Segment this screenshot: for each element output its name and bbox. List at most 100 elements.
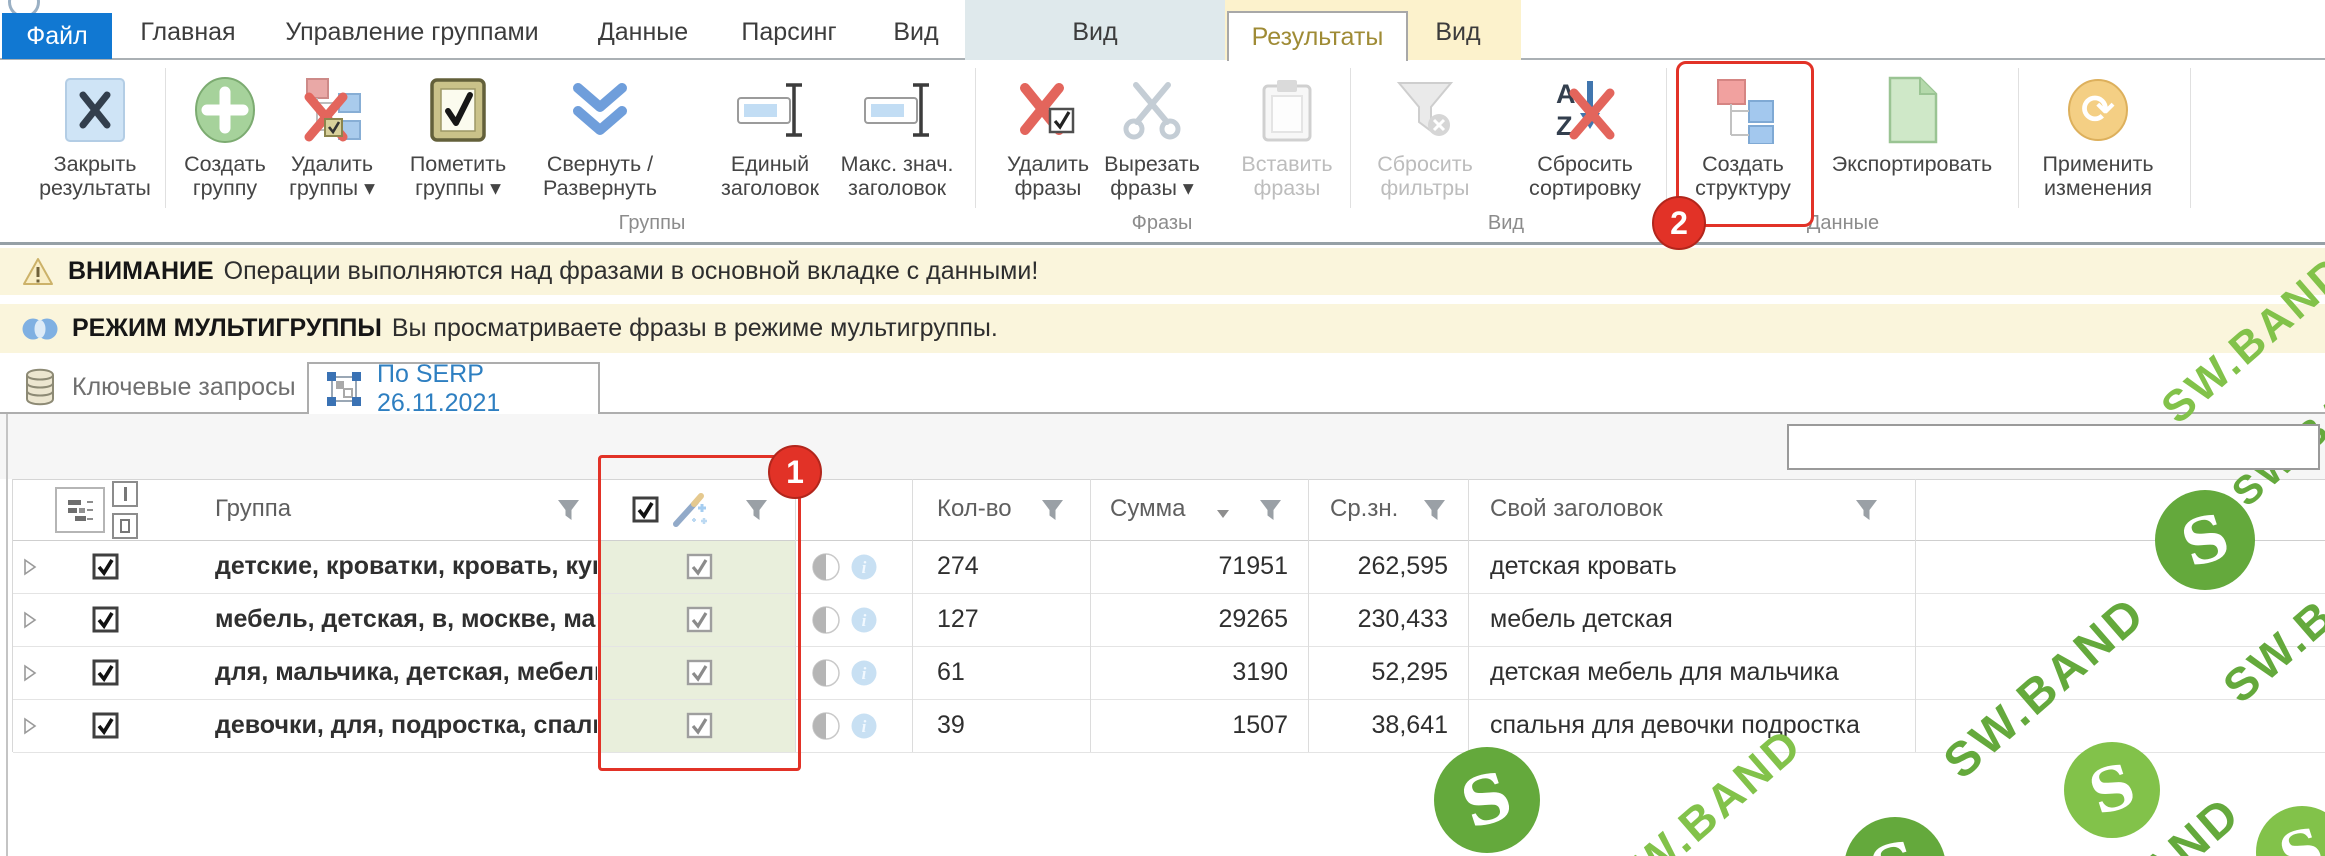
results-grid: ГруппаКол-воСуммаСр.зн.Свой заголовокдет… (0, 412, 2325, 856)
multigroup-banner: РЕЖИМ МУЛЬТИГРУППЫ Вы просматриваете фра… (0, 304, 2325, 353)
single-title-button[interactable]: Единыйзаголовок (704, 64, 836, 236)
row-height-toggle-2[interactable] (112, 513, 138, 539)
export-button[interactable]: Экспортировать (1814, 64, 2010, 236)
warning-text: Операции выполняются над фразами в основ… (224, 257, 1039, 286)
tab-group-management[interactable]: Управление группами (285, 18, 538, 47)
tab-file[interactable]: Файл (2, 13, 112, 59)
filter-count-icon[interactable] (1040, 498, 1065, 527)
info-icon[interactable]: i (851, 713, 877, 744)
tab-serp-results[interactable]: По SERP 26.11.2021 (307, 362, 600, 414)
svg-text:i: i (862, 717, 867, 736)
ribbon-group-separator (975, 68, 976, 208)
tab-view-1[interactable]: Вид (893, 18, 938, 47)
create-group-button[interactable]: Создатьгруппу (167, 64, 283, 236)
row-count-value: 39 (937, 711, 1087, 740)
apply-changes-button[interactable]: ⟳Применитьизменения (2025, 64, 2171, 236)
row-checked-checkbox[interactable] (686, 659, 713, 691)
row-custom-title-value: мебель детская (1490, 605, 1910, 634)
info-icon[interactable]: i (851, 554, 877, 585)
ribbon-group-separator (165, 68, 166, 208)
cut-phrases-button[interactable]: Вырезатьфразы ▾ (1094, 64, 1210, 236)
row-group-text: мебель, детская, в, москве, магазин (215, 605, 597, 634)
create-structure-button[interactable]: Создатьструктуру (1681, 64, 1805, 236)
ribbon-toolbar: ЗакрытьрезультатыСоздатьгруппуУдалитьгру… (0, 60, 2325, 245)
ribbon-group-separator (1666, 68, 1667, 208)
row-checkbox[interactable] (92, 659, 119, 691)
row-height-toggle-1[interactable] (112, 481, 138, 507)
multigroup-title: РЕЖИМ МУЛЬТИГРУППЫ (72, 314, 382, 343)
expander-icon[interactable] (22, 717, 38, 740)
cut-phrases-icon (1123, 68, 1181, 152)
half-circle-icon[interactable] (812, 712, 840, 745)
tab-serp-results-label: По SERP 26.11.2021 (377, 360, 598, 418)
close-results-label: результаты (39, 176, 151, 200)
tab-results[interactable]: Результаты (1227, 11, 1408, 61)
delete-phrases-button[interactable]: Удалитьфразы (995, 64, 1101, 236)
info-icon[interactable]: i (851, 607, 877, 638)
row-checked-checkbox[interactable] (686, 606, 713, 638)
delete-groups-button[interactable]: Удалитьгруппы ▾ (276, 64, 388, 236)
row-sum-value: 1507 (1110, 711, 1288, 740)
close-results-icon (64, 68, 126, 152)
tab-home[interactable]: Главная (140, 18, 235, 47)
delete-groups-label: группы ▾ (289, 176, 375, 200)
create-structure-label: структуру (1695, 176, 1791, 200)
half-circle-icon[interactable] (812, 553, 840, 586)
tab-keyword-queries-label: Ключевые запросы (72, 373, 296, 402)
apply-changes-icon: ⟳ (2066, 68, 2130, 152)
half-circle-icon[interactable] (812, 606, 840, 639)
row-avg-value: 38,641 (1310, 711, 1448, 740)
filter-sum-icon[interactable] (1258, 498, 1283, 527)
table-row[interactable]: девочки, для, подростка, спальня, кi3915… (13, 699, 2325, 752)
cut-phrases-label: фразы ▾ (1110, 176, 1193, 200)
grid-options-button[interactable] (55, 487, 105, 533)
auto-mark-wand-icon[interactable] (668, 490, 710, 535)
expander-icon[interactable] (22, 558, 38, 581)
tab-view-2[interactable]: Вид (1072, 18, 1117, 47)
row-checked-checkbox[interactable] (686, 712, 713, 744)
max-title-button[interactable]: Макс. знач.заголовок (834, 64, 960, 236)
row-checkbox[interactable] (92, 553, 119, 585)
tab-results-label: Результаты (1252, 23, 1384, 52)
column-header-custom-title: Свой заголовок (1490, 495, 1663, 523)
collapse-expand-button[interactable]: Свернуть /Развернуть (529, 64, 671, 236)
expander-icon[interactable] (22, 611, 38, 634)
tab-keyword-queries[interactable]: Ключевые запросы (6, 364, 296, 410)
half-circle-icon[interactable] (812, 659, 840, 692)
tab-view-3[interactable]: Вид (1435, 18, 1480, 47)
export-icon (1883, 68, 1941, 152)
close-results-button[interactable]: Закрытьрезультаты (19, 64, 171, 236)
warning-banner: ВНИМАНИЕ Операции выполняются над фразам… (0, 248, 2325, 295)
tab-data[interactable]: Данные (598, 18, 688, 47)
filter-checked-icon[interactable] (744, 498, 769, 527)
reset-filters-label: фильтры (1380, 176, 1469, 200)
sort-desc-icon[interactable] (1216, 506, 1230, 524)
filter-avg-icon[interactable] (1422, 498, 1447, 527)
svg-text:i: i (862, 558, 867, 577)
row-sum-value: 71951 (1110, 552, 1288, 581)
select-all-checkbox[interactable] (632, 496, 659, 528)
row-checked-checkbox[interactable] (686, 553, 713, 585)
warning-triangle-icon (22, 257, 54, 287)
reset-filters-label: Сбросить (1377, 152, 1473, 176)
table-row[interactable]: мебель, детская, в, москве, магазинi1272… (13, 593, 2325, 646)
row-checkbox[interactable] (92, 606, 119, 638)
app-window: Файл Главная Управление группами Данные … (0, 0, 2325, 856)
reset-sorting-button[interactable]: AZСброситьсортировку (1508, 64, 1662, 236)
apply-changes-label: изменения (2044, 176, 2152, 200)
table-row[interactable]: детские, кроватки, кровать, купить,i2747… (13, 540, 2325, 593)
tab-parsing[interactable]: Парсинг (741, 18, 836, 47)
filter-custom-title-icon[interactable] (1854, 498, 1879, 527)
delete-groups-label: Удалить (291, 152, 373, 176)
ribbon-group-separator (2018, 68, 2019, 208)
row-checkbox[interactable] (92, 712, 119, 744)
info-icon[interactable]: i (851, 660, 877, 691)
mark-groups-button[interactable]: Пометитьгруппы ▾ (395, 64, 521, 236)
table-row[interactable]: для, мальчика, детская, мебель, комi6131… (13, 646, 2325, 699)
row-custom-title-value: детская кровать (1490, 552, 1910, 581)
filter-group-icon[interactable] (556, 498, 581, 527)
row-count-value: 61 (937, 658, 1087, 687)
expander-icon[interactable] (22, 664, 38, 687)
create-structure-label: Создать (1702, 152, 1784, 176)
search-input[interactable] (1789, 426, 2318, 468)
